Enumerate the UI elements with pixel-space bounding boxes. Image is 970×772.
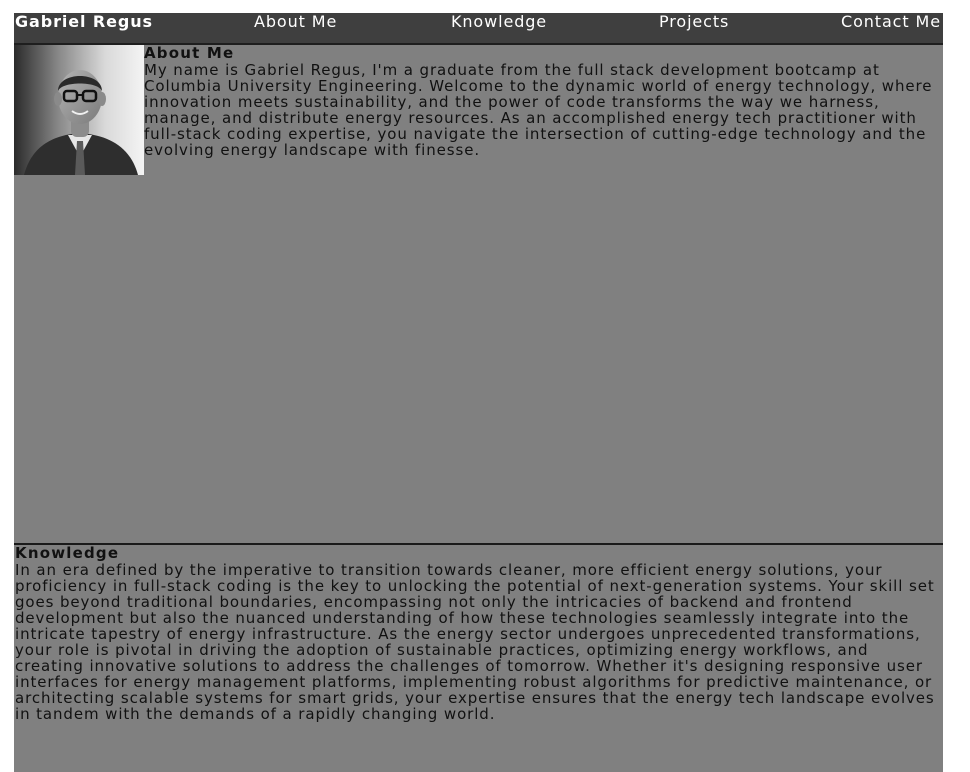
about-section: About Me My name is Gabriel Regus, I'm a… [14,45,943,544]
portrait-photo-icon [14,45,144,175]
nav-link-about-me[interactable]: About Me [254,13,337,31]
knowledge-section: Knowledge In an era defined by the imper… [14,543,943,722]
about-paragraph: My name is Gabriel Regus, I'm a graduate… [144,61,933,159]
about-heading: About Me [144,44,235,62]
nav-link-projects[interactable]: Projects [659,13,729,31]
brand-name[interactable]: Gabriel Regus [15,13,153,31]
about-text-block: About Me My name is Gabriel Regus, I'm a… [144,44,939,159]
knowledge-paragraph: In an era defined by the imperative to t… [15,561,935,723]
knowledge-text-block: Knowledge In an era defined by the imper… [14,544,943,723]
site-header: Gabriel Regus About Me Knowledge Project… [14,13,943,45]
nav-link-contact-me[interactable]: Contact Me [841,13,941,31]
page-frame: Gabriel Regus About Me Knowledge Project… [14,13,943,772]
knowledge-heading: Knowledge [15,544,120,562]
nav-link-knowledge[interactable]: Knowledge [451,13,547,31]
profile-photo [14,45,144,175]
